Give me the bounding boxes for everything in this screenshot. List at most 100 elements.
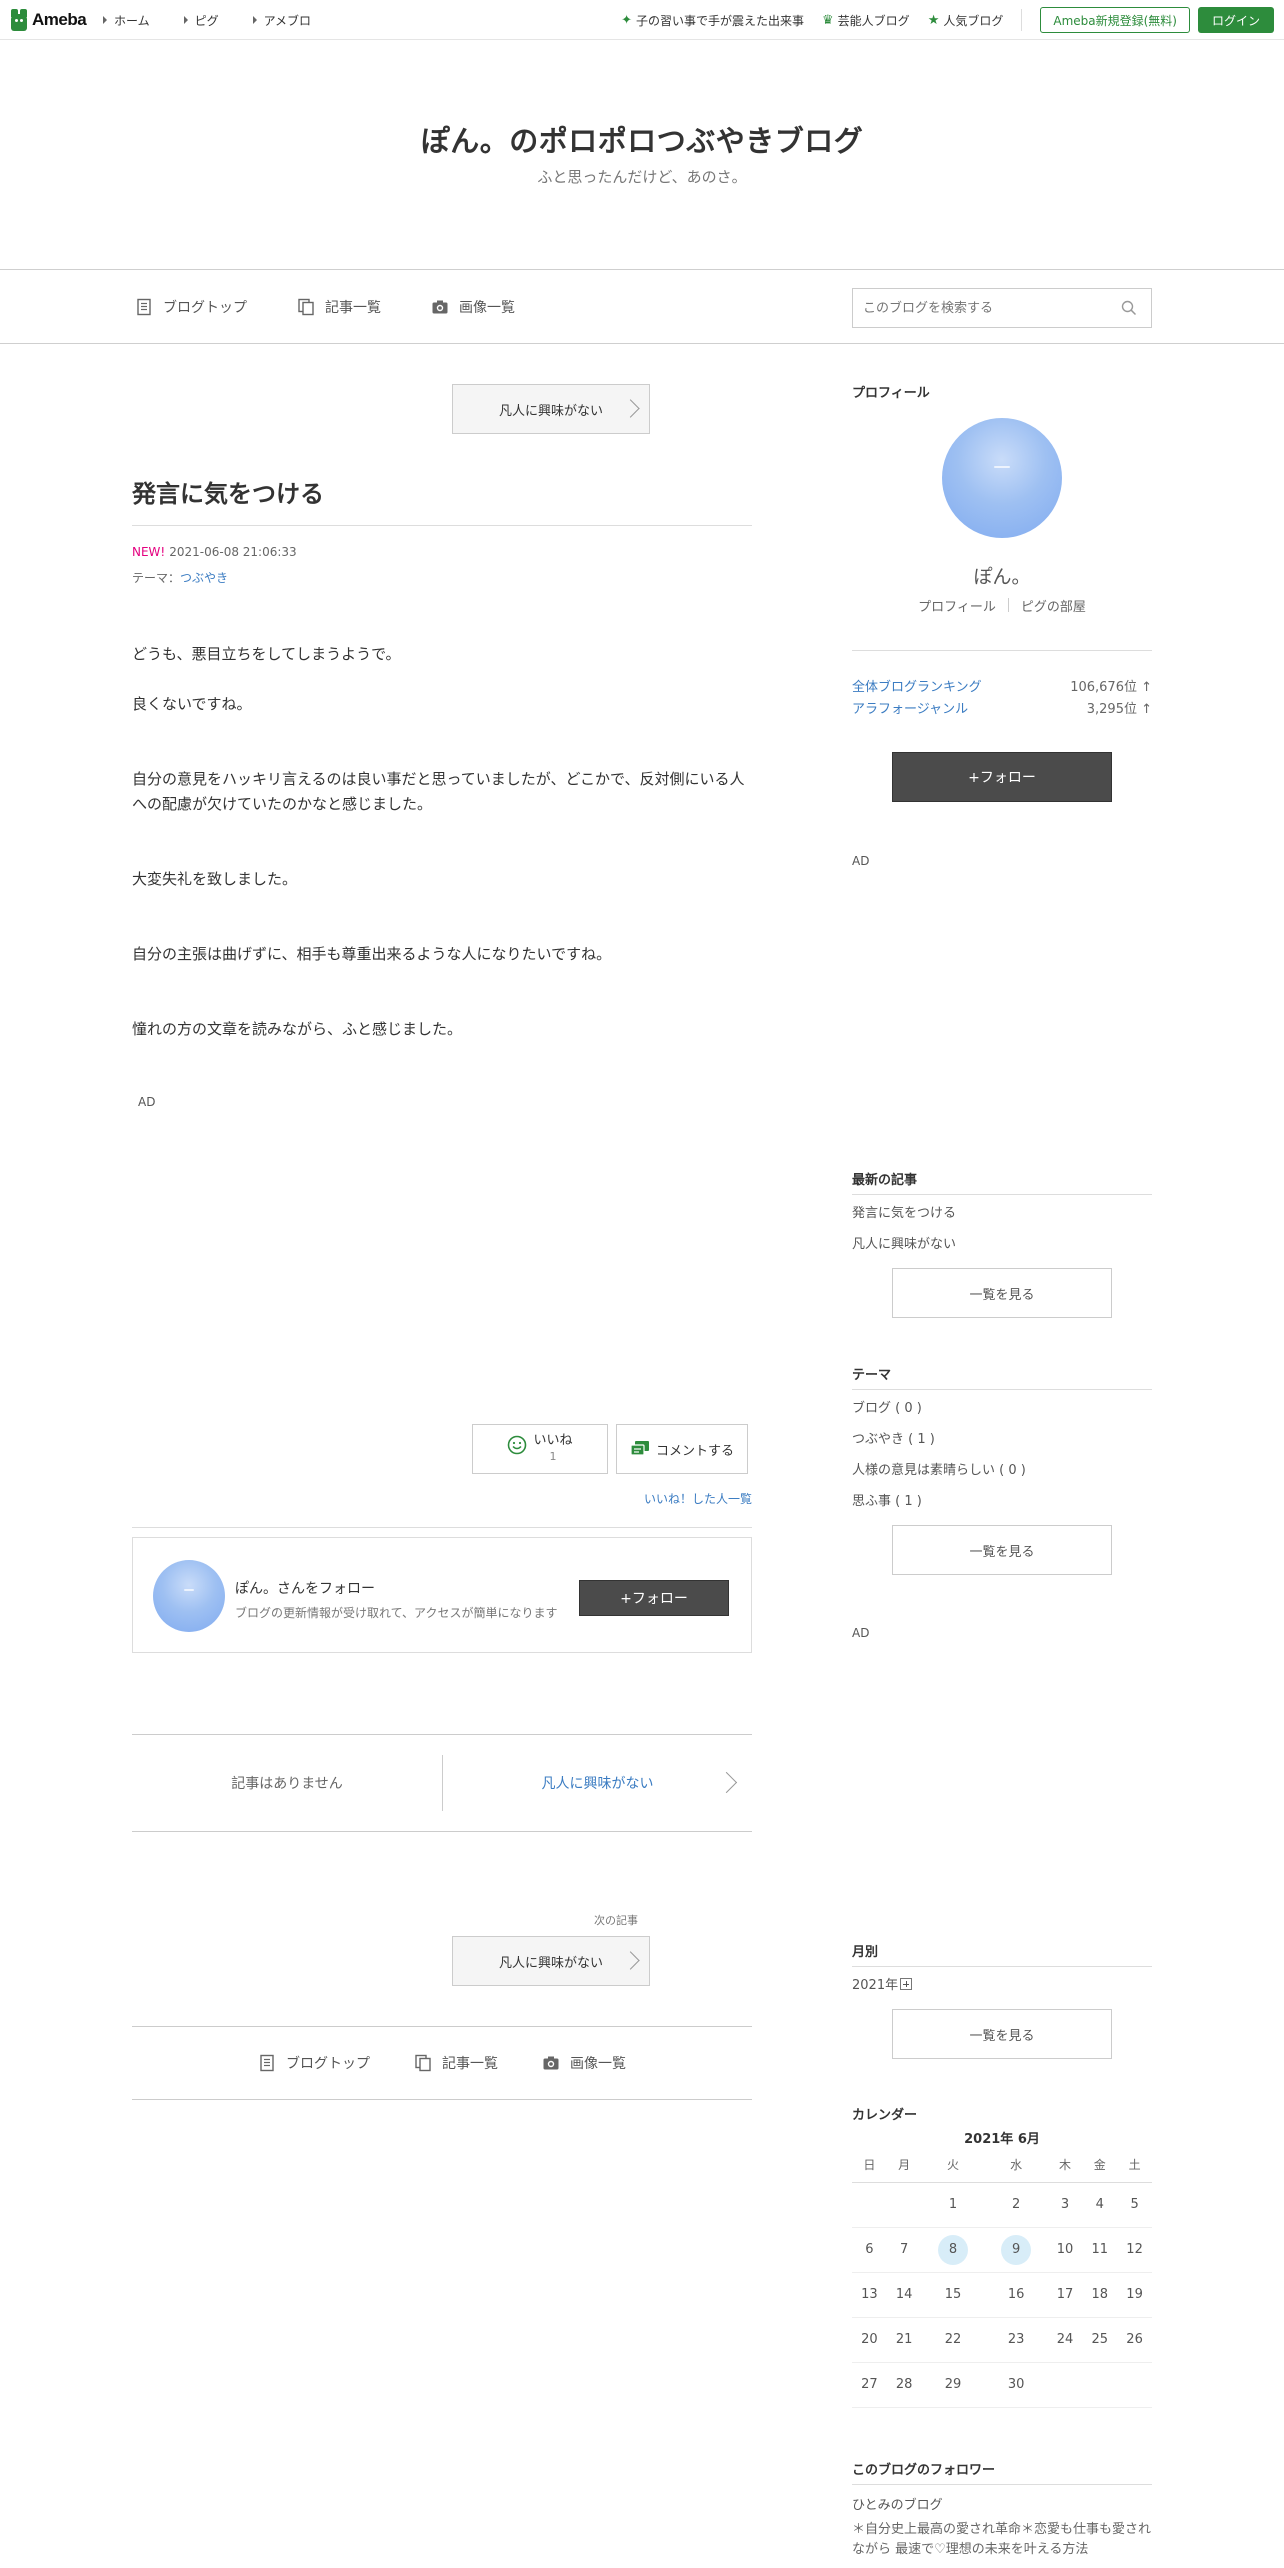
document-icon xyxy=(260,2054,274,2072)
search-icon[interactable] xyxy=(1121,300,1137,316)
calendar-day: 11 xyxy=(1082,2227,1118,2273)
monthly-year-toggle[interactable]: 2021年 xyxy=(852,1974,913,1993)
calendar-weekday: 木 xyxy=(1047,2148,1083,2183)
top-nav-label: ホーム xyxy=(114,13,150,28)
calendar-empty xyxy=(1117,2362,1152,2408)
divider xyxy=(132,525,752,526)
divider xyxy=(132,1527,752,1528)
theme-more-button[interactable]: 一覧を見る xyxy=(892,1525,1112,1575)
calendar: 日月火水木金土 1 2 3 4 5 6 7 8 9 10 11 12 13 14 15 16 17 18 19 20 2… xyxy=(852,2148,1152,2408)
followers-heading: このブログのフォロワー xyxy=(852,2463,996,2478)
search-input[interactable] xyxy=(853,289,1093,327)
entry-theme: テーマ：つぶやき xyxy=(132,569,228,586)
calendar-week: 6 7 8 9 10 11 12 xyxy=(852,2227,1152,2273)
ranking-link[interactable]: アラフォージャンル xyxy=(852,698,968,717)
register-button[interactable]: Ameba新規登録(無料) xyxy=(1040,7,1190,33)
calendar-day: 19 xyxy=(1117,2272,1152,2318)
footer-nav-blog-top[interactable]: ブログトップ xyxy=(258,2053,370,2073)
blog-title[interactable]: ぽん。のポロポロつぶやきブログ xyxy=(0,118,1284,160)
entry-paragraph: 自分の主張は曲げずに、相手も尊重出来るような人になりたいですね。 xyxy=(132,945,612,963)
calendar-day: 6 xyxy=(852,2227,887,2273)
calendar-title: 2021年 6月 xyxy=(964,2132,1040,2147)
calendar-day-link[interactable]: 8 xyxy=(938,2234,969,2265)
pager-prev: 記事はありません xyxy=(231,1776,343,1792)
top-link-popular[interactable]: ★ 人気ブログ xyxy=(928,12,1004,29)
theme-heading: テーマ xyxy=(852,1368,892,1383)
calendar-day: 16 xyxy=(984,2272,1048,2318)
comment-icon xyxy=(630,1441,649,1456)
theme-item[interactable]: 思ふ事 ( 1 ) xyxy=(852,1490,922,1509)
monthly-more-button[interactable]: 一覧を見る xyxy=(892,2009,1112,2059)
nav-label: 記事一覧 xyxy=(325,300,381,316)
calendar-day: 20 xyxy=(852,2317,887,2363)
footer-nav-image-list[interactable]: 画像一覧 xyxy=(542,2053,626,2073)
ameba-logo[interactable]: Ameba xyxy=(10,8,87,32)
pig-room-link[interactable]: ピグの部屋 xyxy=(1021,596,1086,615)
ranking-value: 106,676位 ↑ xyxy=(1070,680,1152,695)
calendar-day[interactable]: 9 xyxy=(984,2227,1048,2273)
divider xyxy=(852,650,1152,651)
calendar-day[interactable]: 8 xyxy=(921,2227,985,2273)
monthly-heading: 月別 xyxy=(852,1945,879,1960)
profile-avatar[interactable] xyxy=(942,418,1062,538)
triangle-right-icon xyxy=(103,16,107,24)
ranking-link[interactable]: 全体ブログランキング xyxy=(852,676,982,695)
ad-label: AD xyxy=(138,1095,156,1109)
theme-item[interactable]: 人様の意見は素晴らしい ( 0 ) xyxy=(852,1459,1026,1478)
latest-more-button[interactable]: 一覧を見る xyxy=(892,1268,1112,1318)
top-nav-pigg[interactable]: ピグ xyxy=(183,12,219,29)
pager-next-link[interactable]: 凡人に興味がない xyxy=(443,1735,752,1831)
calendar-day: 4 xyxy=(1082,2182,1118,2228)
calendar-day: 21 xyxy=(886,2317,922,2363)
divider xyxy=(1021,9,1023,31)
calendar-day: 22 xyxy=(921,2317,985,2363)
follower-blog-description: ＊自分史上最高の愛され革命＊恋愛も仕事も愛されながら 最速で♡理想の未来を叶える… xyxy=(852,2522,1152,2557)
follow-button[interactable]: +フォロー xyxy=(579,1580,729,1616)
calendar-day-link[interactable]: 9 xyxy=(1001,2234,1032,2265)
sidebar-ad-label: AD xyxy=(852,854,870,868)
theme-link[interactable]: つぶやき xyxy=(180,571,228,585)
top-link-label: 芸能人ブログ xyxy=(837,13,910,28)
theme-item[interactable]: つぶやき ( 1 ) xyxy=(852,1428,935,1447)
chevron-right-icon xyxy=(715,1771,738,1794)
nav-blog-top[interactable]: ブログトップ xyxy=(135,297,247,317)
calendar-day: 27 xyxy=(852,2362,887,2408)
next-entry-link[interactable]: 凡人に興味がない xyxy=(452,1936,650,1986)
comment-button[interactable]: コメントする xyxy=(616,1424,748,1474)
prev-entry-link[interactable]: 凡人に興味がない xyxy=(452,384,650,434)
top-link-trending[interactable]: ✦ 子の習い事で手が震えた出来事 xyxy=(621,12,804,29)
latest-item[interactable]: 発言に気をつける xyxy=(852,1202,956,1221)
next-entry-caption: 次の記事 xyxy=(594,1914,638,1927)
avatar[interactable] xyxy=(153,1560,225,1632)
sidebar-follow-button[interactable]: +フォロー xyxy=(892,752,1112,802)
divider xyxy=(852,2484,1152,2485)
next-entry-label: 凡人に興味がない xyxy=(498,1955,603,1971)
blog-search xyxy=(852,288,1152,328)
top-link-celebrity[interactable]: ♛ 芸能人ブログ xyxy=(822,12,910,29)
entry-paragraph: 自分の意見をハッキリ言えるのは良い事だと思っていましたが、どこかで、反対側にいる… xyxy=(132,770,745,813)
ameba-logo-icon xyxy=(10,9,28,31)
iine-label: いいね xyxy=(533,1433,573,1448)
triangle-right-icon xyxy=(183,16,188,24)
footer-nav-article-list[interactable]: 記事一覧 xyxy=(414,2053,498,2073)
nav-image-list[interactable]: 画像一覧 xyxy=(431,297,515,317)
calendar-day: 7 xyxy=(886,2227,922,2273)
latest-item[interactable]: 凡人に興味がない xyxy=(852,1233,956,1252)
top-nav-ameblo[interactable]: アメブロ xyxy=(252,12,311,29)
calendar-day: 29 xyxy=(921,2362,985,2408)
calendar-day: 23 xyxy=(984,2317,1048,2363)
theme-item[interactable]: ブログ ( 0 ) xyxy=(852,1397,922,1416)
login-button[interactable]: ログイン xyxy=(1197,7,1274,33)
calendar-day: 10 xyxy=(1047,2227,1083,2273)
top-nav-home[interactable]: ホーム xyxy=(103,12,150,29)
iine-list-link[interactable]: いいね！した人一覧 xyxy=(644,1490,752,1507)
calendar-day: 1 xyxy=(921,2182,985,2228)
calendar-day: 24 xyxy=(1047,2317,1083,2363)
calendar-empty xyxy=(1047,2362,1083,2408)
follower-blog-link[interactable]: ひとみのブログ xyxy=(852,2494,943,2513)
iine-button[interactable]: いいね 1 xyxy=(472,1424,608,1474)
calendar-weekday: 土 xyxy=(1117,2148,1152,2183)
profile-link[interactable]: プロフィール xyxy=(918,596,996,615)
entry-date: NEW! 2021-06-08 21:06:33 xyxy=(132,545,297,559)
nav-article-list[interactable]: 記事一覧 xyxy=(297,297,381,317)
